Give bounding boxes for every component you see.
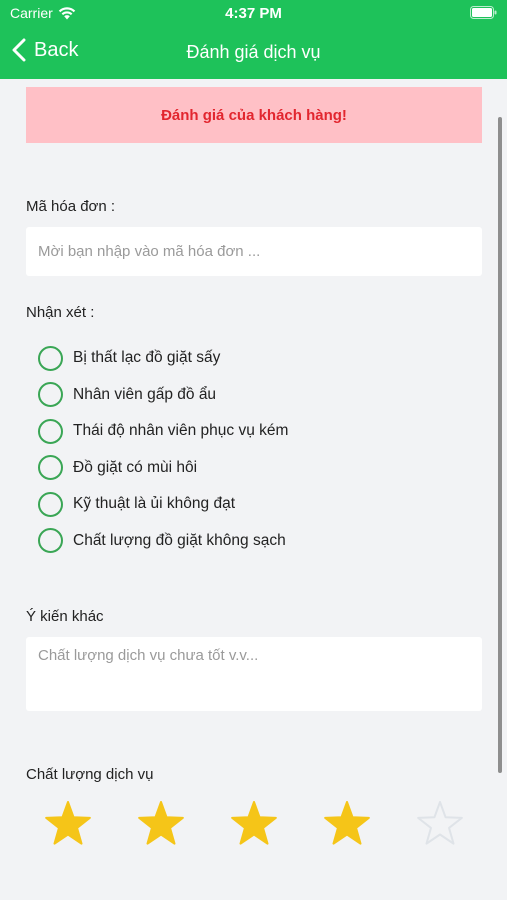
option-label: Chất lượng đồ giặt không sạch <box>73 531 286 549</box>
radio-button[interactable] <box>38 491 63 517</box>
notice-banner: Đánh giá của khách hàng! <box>26 87 482 143</box>
star-empty-icon[interactable] <box>415 800 465 848</box>
other-opinion-label: Ý kiến khác <box>26 608 104 625</box>
scrollbar[interactable] <box>498 117 502 773</box>
option-label: Bị thất lạc đồ giặt sấy <box>73 349 221 367</box>
option-label: Đồ giặt có mùi hôi <box>73 458 198 476</box>
comment-options: Bị thất lạc đồ giặt sấy Nhân viên gấp đồ… <box>38 340 288 559</box>
radio-button[interactable] <box>38 382 63 408</box>
comment-option[interactable]: Đồ giặt có mùi hôi <box>38 450 288 487</box>
battery-icon <box>470 6 497 19</box>
comment-option[interactable]: Thái độ nhân viên phục vụ kém <box>38 413 288 450</box>
star-filled-icon[interactable] <box>229 800 279 848</box>
invoice-input[interactable] <box>26 227 482 276</box>
option-label: Kỹ thuật là ủi không đạt <box>73 495 236 513</box>
status-time: 4:37 PM <box>225 5 282 22</box>
comment-option[interactable]: Bị thất lạc đồ giặt sấy <box>38 340 288 377</box>
other-opinion-textarea[interactable] <box>26 637 482 711</box>
radio-button[interactable] <box>38 345 63 371</box>
status-bar: Carrier 4:37 PM <box>0 0 507 30</box>
radio-button[interactable] <box>38 418 63 444</box>
star-rating <box>0 800 507 848</box>
invoice-label: Mã hóa đơn : <box>26 198 116 215</box>
banner-text: Đánh giá của khách hàng! <box>161 106 347 124</box>
star-filled-icon[interactable] <box>322 800 372 848</box>
comments-label: Nhận xét : <box>26 304 95 321</box>
page-title: Đánh giá dịch vụ <box>186 42 321 62</box>
option-label: Nhân viên gấp đồ ẩu <box>73 385 217 403</box>
option-label: Thái độ nhân viên phục vụ kém <box>73 422 289 440</box>
star-filled-icon[interactable] <box>136 800 186 848</box>
quality-label: Chất lượng dịch vụ <box>26 766 154 783</box>
comment-option[interactable]: Chất lượng đồ giặt không sạch <box>38 523 288 560</box>
star-filled-icon[interactable] <box>43 800 93 848</box>
comment-option[interactable]: Nhân viên gấp đồ ẩu <box>38 377 288 414</box>
radio-button[interactable] <box>38 528 63 554</box>
app-header: Carrier 4:37 PM Back Đánh giá dịch vụ <box>0 0 507 79</box>
radio-button[interactable] <box>38 455 63 481</box>
comment-option[interactable]: Kỹ thuật là ủi không đạt <box>38 486 288 523</box>
